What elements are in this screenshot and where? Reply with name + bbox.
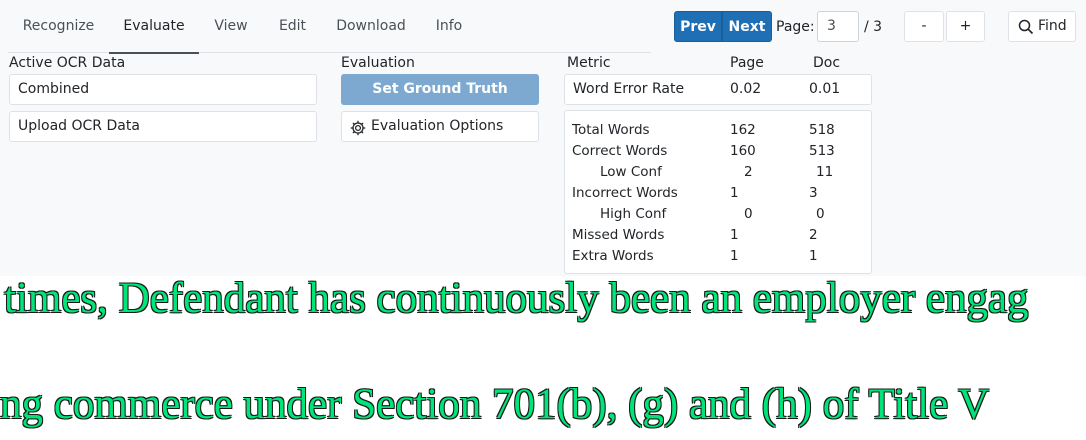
find-label: Find (1038, 18, 1067, 34)
tab-bar: Recognize Evaluate View Edit Download In… (8, 0, 651, 54)
stat-label: High Conf (600, 206, 667, 222)
stat-page-value: 1 (730, 248, 739, 264)
wer-page-value: 0.02 (730, 81, 762, 97)
stat-doc-value: 3 (809, 185, 818, 201)
doc-header: Doc (813, 55, 841, 71)
evaluation-section-label: Evaluation (341, 55, 415, 71)
stat-label: Low Conf (600, 164, 662, 180)
table-row: Total Words 162 518 (565, 122, 871, 143)
stat-label: Incorrect Words (572, 185, 678, 201)
stat-page-value: 2 (744, 164, 753, 180)
table-row: Low Conf 2 11 (565, 164, 871, 185)
evaluation-options-label: Evaluation Options (371, 118, 504, 134)
stats-table: Total Words 162 518 Correct Words 160 51… (564, 110, 872, 274)
table-row: Missed Words 1 2 (565, 227, 871, 248)
upload-ocr-button[interactable]: Upload OCR Data (9, 111, 317, 142)
stat-doc-value: 518 (809, 122, 835, 138)
tab-view[interactable]: View (205, 0, 257, 53)
gear-icon (350, 120, 366, 136)
stat-doc-value: 11 (816, 164, 834, 180)
set-ground-truth-button[interactable]: Set Ground Truth (341, 74, 539, 105)
table-row: Incorrect Words 1 3 (565, 185, 871, 206)
tab-recognize[interactable]: Recognize (10, 0, 107, 53)
stat-doc-value: 2 (809, 227, 818, 243)
stat-page-value: 0 (744, 206, 753, 222)
table-row: High Conf 0 0 (565, 206, 871, 227)
active-ocr-select[interactable]: Combined (9, 74, 317, 105)
next-button[interactable]: Next (722, 11, 772, 42)
wer-label: Word Error Rate (573, 81, 685, 97)
ocr-section-label: Active OCR Data (9, 55, 126, 71)
page-number-input[interactable]: 3 (817, 11, 859, 42)
tab-evaluate[interactable]: Evaluate (109, 0, 199, 54)
prev-button[interactable]: Prev (674, 11, 722, 42)
stat-page-value: 162 (730, 122, 756, 138)
metric-header: Metric (567, 55, 611, 71)
ocr-text-line[interactable]: times, Defendant has continuously been a… (4, 276, 1029, 323)
stat-page-value: 160 (730, 143, 756, 159)
search-icon (1018, 19, 1034, 35)
word-error-rate-row: Word Error Rate 0.02 0.01 (564, 74, 872, 105)
tab-info[interactable]: Info (427, 0, 471, 53)
stat-label: Total Words (572, 122, 650, 138)
stat-label: Correct Words (572, 143, 668, 159)
tab-edit[interactable]: Edit (269, 0, 316, 53)
tab-download[interactable]: Download (328, 0, 414, 53)
stat-label: Extra Words (572, 248, 654, 264)
page-header: Page (730, 55, 764, 71)
wer-doc-value: 0.01 (809, 81, 841, 97)
table-row: Extra Words 1 1 (565, 248, 871, 269)
page-label: Page: (776, 19, 815, 35)
evaluation-options-button[interactable]: Evaluation Options (341, 111, 539, 142)
stat-doc-value: 513 (809, 143, 835, 159)
stat-doc-value: 1 (809, 248, 818, 264)
stat-page-value: 1 (730, 227, 739, 243)
toolbar-area: Recognize Evaluate View Edit Download In… (0, 0, 1086, 276)
stat-label: Missed Words (572, 227, 665, 243)
stat-page-value: 1 (730, 185, 739, 201)
stat-doc-value: 0 (816, 206, 825, 222)
zoom-out-button[interactable]: - (904, 11, 944, 42)
zoom-in-button[interactable]: + (946, 11, 985, 42)
page-total: / 3 (864, 19, 883, 35)
document-viewer: times, Defendant has continuously been a… (0, 276, 1086, 440)
ocr-text-line[interactable]: ng commerce under Section 701(b), (g) an… (0, 380, 989, 429)
find-button[interactable]: Find (1008, 11, 1076, 42)
table-row: Correct Words 160 513 (565, 143, 871, 164)
